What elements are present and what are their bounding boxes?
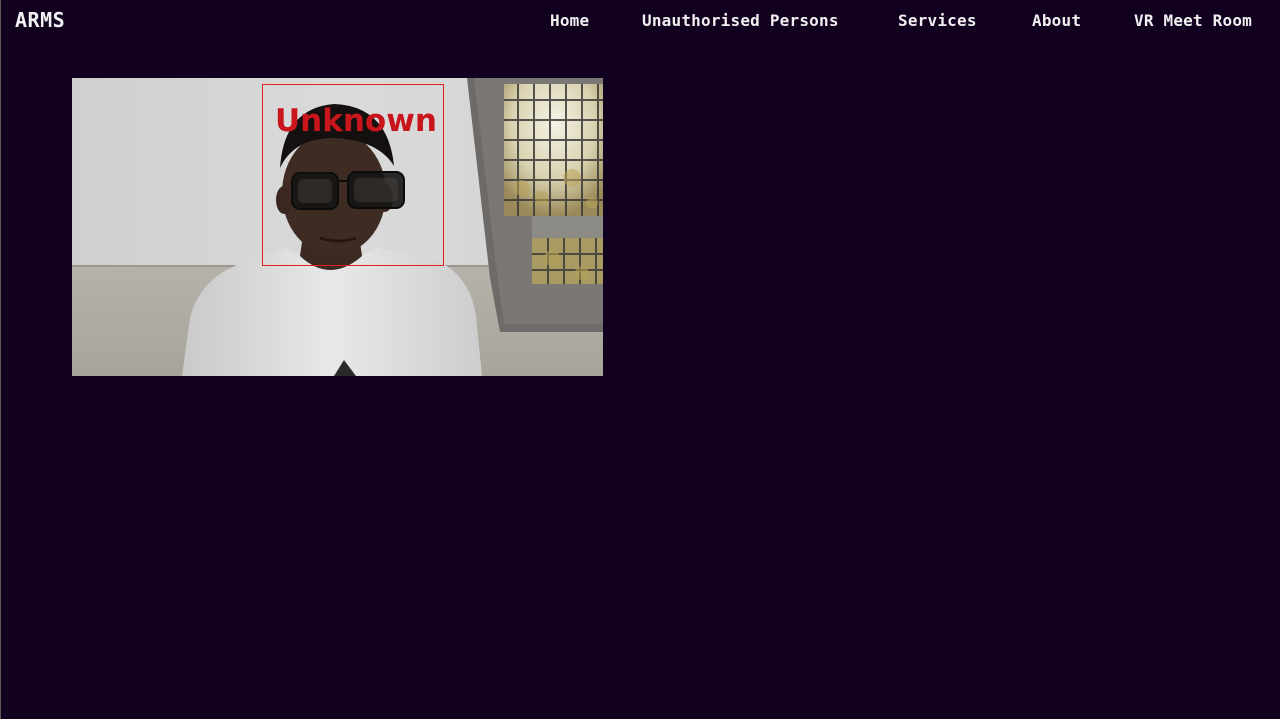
brand-logo[interactable]: ARMS — [15, 8, 65, 32]
nav-about-link[interactable]: About — [1032, 11, 1081, 30]
camera-feed: Unknown — [72, 78, 603, 376]
nav-vr-meet-room-link[interactable]: VR Meet Room — [1134, 11, 1252, 30]
face-detection-label: Unknown — [275, 103, 437, 139]
top-navbar: ARMS Home Unauthorised Persons Services … — [0, 0, 1280, 42]
nav-unauthorised-persons-link[interactable]: Unauthorised Persons — [642, 11, 839, 30]
window-left-edge — [0, 0, 1, 719]
nav-services-link[interactable]: Services — [898, 11, 977, 30]
nav-home-link[interactable]: Home — [550, 11, 589, 30]
